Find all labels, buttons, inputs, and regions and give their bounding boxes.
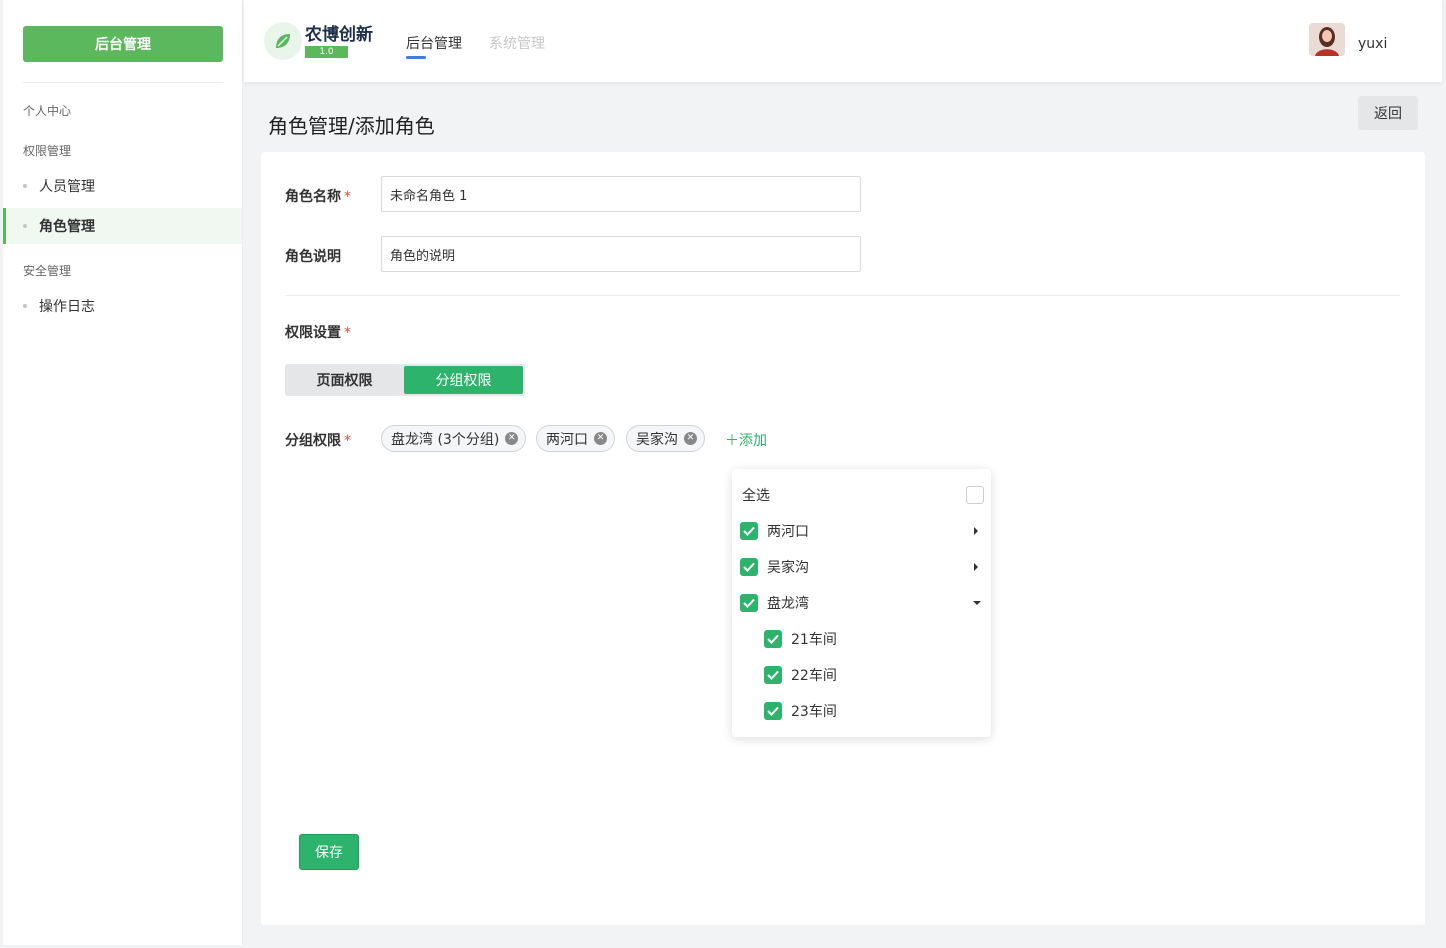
top-header: 农博创新 1.0 后台管理 系统管理 yuxi [244, 0, 1442, 82]
dropdown-sub-item[interactable]: 23车间 [732, 693, 991, 729]
tab-label: 后台管理 [406, 36, 462, 52]
select-all-checkbox[interactable] [966, 486, 984, 504]
checkbox-checked-icon[interactable] [740, 558, 758, 576]
role-description-input[interactable] [381, 236, 861, 272]
group-permission-tab[interactable]: 分组权限 [404, 366, 523, 394]
remove-tag-icon[interactable]: ✕ [505, 432, 519, 445]
add-group-button[interactable]: ＋添加 [725, 430, 767, 450]
sidebar-group-security: 安全管理 [23, 264, 72, 278]
version-badge: 1.0 [305, 46, 348, 58]
role-name-label: 角色名称 * [285, 189, 351, 205]
required-mark: * [344, 325, 351, 341]
required-mark: * [344, 189, 351, 205]
dropdown-sub-item[interactable]: 21车间 [732, 621, 991, 657]
required-mark: * [344, 433, 351, 449]
back-button[interactable]: 返回 [1358, 96, 1418, 130]
checkbox-checked-icon[interactable] [740, 594, 758, 612]
bullet-icon [23, 224, 27, 228]
select-all-row[interactable]: 全选 [732, 477, 991, 513]
username[interactable]: yuxi [1358, 36, 1387, 52]
sidebar-group-permissions: 权限管理 [23, 144, 72, 158]
page-title: 角色管理/添加角色 [268, 114, 435, 138]
active-tab-indicator [406, 56, 426, 59]
sidebar-item-role-management[interactable]: 角色管理 [3, 208, 242, 244]
checkbox-checked-icon[interactable] [764, 630, 782, 648]
group-permission-label: 分组权限 * [285, 433, 351, 449]
dropdown-item[interactable]: 盘龙湾 [732, 585, 991, 621]
sidebar-item-operation-log[interactable]: 操作日志 [3, 288, 242, 324]
bullet-icon [23, 304, 27, 308]
caret-down-icon[interactable] [973, 601, 981, 605]
dropdown-item[interactable]: 两河口 [732, 513, 991, 549]
role-description-label: 角色说明 [285, 249, 341, 265]
permission-settings-label: 权限设置 * [285, 325, 351, 341]
sidebar-item-label: 角色管理 [39, 219, 95, 235]
sidebar-divider [23, 82, 223, 83]
checkbox-checked-icon[interactable] [764, 702, 782, 720]
avatar[interactable] [1309, 23, 1345, 56]
tab-admin[interactable]: 后台管理 [406, 33, 462, 59]
caret-right-icon[interactable] [974, 527, 978, 535]
dropdown-sub-item[interactable]: 22车间 [732, 657, 991, 693]
admin-console-button[interactable]: 后台管理 [23, 26, 223, 62]
plus-icon: ＋ [725, 433, 739, 449]
checkbox-checked-icon[interactable] [740, 522, 758, 540]
save-button[interactable]: 保存 [299, 834, 359, 870]
brand-name: 农博创新 [305, 25, 373, 45]
sidebar: 后台管理 个人中心 权限管理 人员管理 角色管理 安全管理 操作日志 [3, 0, 243, 945]
permission-type-toggle: 页面权限 分组权限 [285, 364, 525, 396]
bullet-icon [23, 184, 27, 188]
checkbox-checked-icon[interactable] [764, 666, 782, 684]
remove-tag-icon[interactable]: ✕ [684, 432, 697, 445]
leaf-logo-icon [264, 22, 302, 60]
sidebar-item-label: 人员管理 [39, 179, 95, 195]
tab-system[interactable]: 系统管理 [489, 33, 545, 53]
group-tag: 两河口 ✕ [536, 425, 615, 452]
form-divider [285, 295, 1400, 296]
group-tag: 盘龙湾 (3个分组) ✕ [381, 425, 527, 452]
group-tag: 吴家沟 ✕ [626, 425, 705, 452]
group-select-dropdown: 全选 两河口 吴家沟 盘龙湾 21车间 22车间 23车间 [732, 469, 991, 737]
sidebar-item-label: 操作日志 [39, 299, 95, 315]
sidebar-group-personal-center[interactable]: 个人中心 [23, 102, 71, 119]
sidebar-item-user-management[interactable]: 人员管理 [3, 168, 242, 204]
page-permission-tab[interactable]: 页面权限 [285, 364, 404, 396]
caret-right-icon[interactable] [974, 563, 978, 571]
remove-tag-icon[interactable]: ✕ [594, 432, 607, 445]
dropdown-item[interactable]: 吴家沟 [732, 549, 991, 585]
role-name-input[interactable] [381, 176, 861, 212]
